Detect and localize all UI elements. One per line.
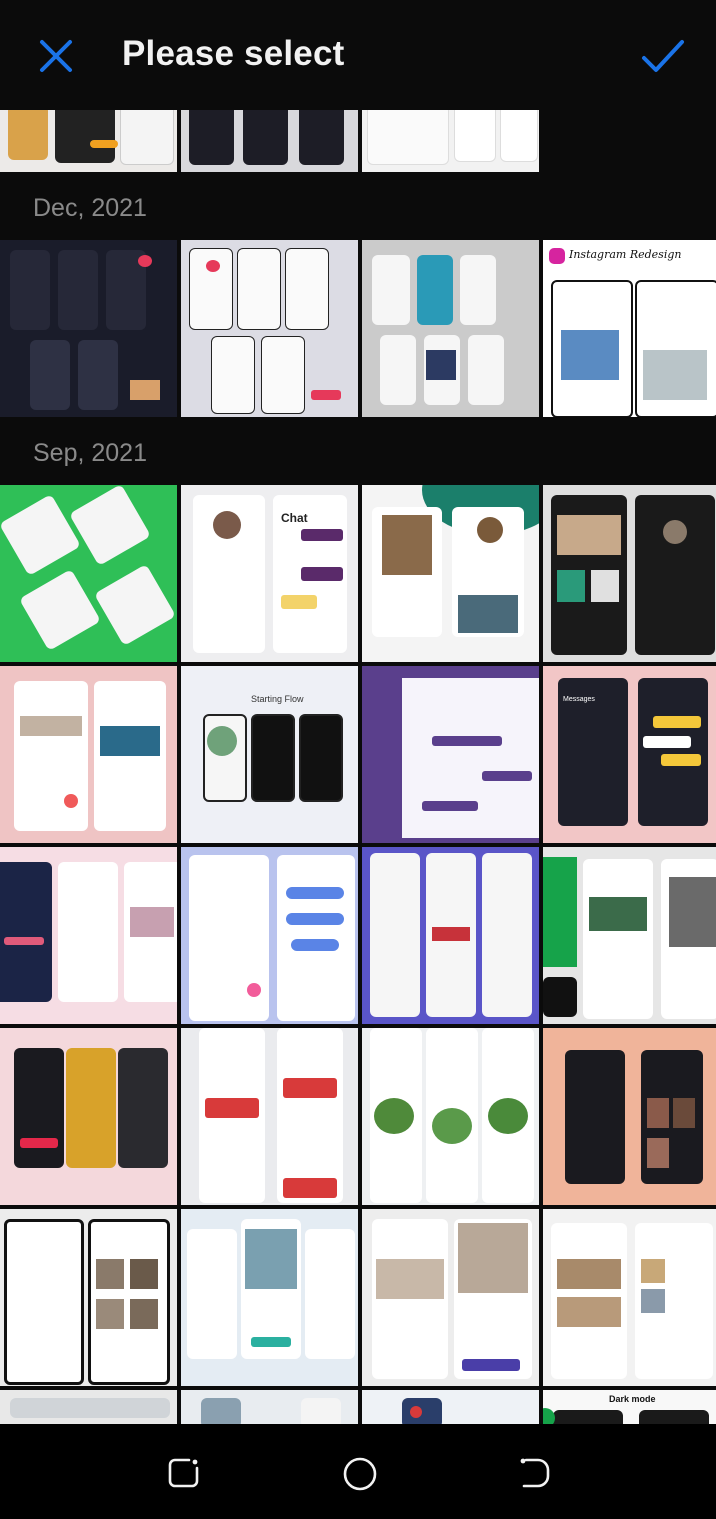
photo-thumbnail[interactable]: Dark mode: [543, 1390, 716, 1424]
photo-thumbnail[interactable]: [0, 847, 177, 1024]
system-navigation-bar: [0, 1424, 716, 1519]
section-date-label: Dec, 2021: [33, 194, 147, 222]
photo-thumbnail[interactable]: [543, 1209, 716, 1386]
thumbnail-caption: Instagram Redesign: [569, 248, 682, 261]
photo-thumbnail[interactable]: [362, 240, 539, 417]
photo-thumbnail[interactable]: [362, 1209, 539, 1386]
home-icon[interactable]: [342, 1456, 378, 1492]
photo-thumbnail[interactable]: [181, 847, 358, 1024]
back-icon[interactable]: [518, 1456, 552, 1490]
photo-thumbnail[interactable]: [0, 1028, 177, 1205]
photo-thumbnail[interactable]: [181, 1209, 358, 1386]
photo-thumbnail[interactable]: [543, 847, 716, 1024]
photo-thumbnail[interactable]: [181, 240, 358, 417]
recent-apps-icon[interactable]: [167, 1456, 201, 1490]
photo-thumbnail[interactable]: [362, 1028, 539, 1205]
photo-thumbnail[interactable]: [0, 666, 177, 843]
photo-thumbnail[interactable]: Chat: [181, 485, 358, 662]
photo-thumbnail[interactable]: [181, 1028, 358, 1205]
photo-thumbnail[interactable]: [362, 1390, 539, 1424]
photo-thumbnail[interactable]: Starting Flow: [181, 666, 358, 843]
photo-thumbnail[interactable]: [181, 110, 358, 172]
photo-thumbnail[interactable]: [362, 666, 539, 843]
photo-thumbnail[interactable]: [543, 1028, 716, 1205]
photo-thumbnail[interactable]: [0, 110, 177, 172]
photo-grid[interactable]: Dec, 2021 Instagram Redesign Sep, 2021 C…: [0, 110, 716, 1424]
photo-thumbnail[interactable]: Instagram Redesign: [543, 240, 716, 417]
title-bar: Please select: [0, 0, 716, 110]
section-date-label: Sep, 2021: [33, 439, 147, 467]
photo-thumbnail[interactable]: [362, 485, 539, 662]
photo-thumbnail[interactable]: [543, 110, 716, 172]
photo-thumbnail[interactable]: [0, 485, 177, 662]
photo-thumbnail[interactable]: [362, 847, 539, 1024]
close-icon[interactable]: [36, 36, 76, 76]
photo-thumbnail[interactable]: [362, 110, 539, 172]
thumbnail-caption: Messages: [563, 696, 595, 703]
photo-thumbnail[interactable]: [0, 1209, 177, 1386]
photo-thumbnail[interactable]: [0, 1390, 177, 1424]
check-icon[interactable]: [640, 36, 686, 76]
photo-thumbnail[interactable]: [0, 240, 177, 417]
thumbnail-caption: Starting Flow: [251, 694, 304, 704]
photo-thumbnail[interactable]: [181, 1390, 358, 1424]
thumbnail-caption: Dark mode: [609, 1394, 656, 1404]
thumbnail-caption: Chat: [281, 511, 308, 525]
page-title: Please select: [122, 34, 345, 73]
photo-thumbnail[interactable]: [543, 485, 716, 662]
photo-thumbnail[interactable]: Messages: [543, 666, 716, 843]
